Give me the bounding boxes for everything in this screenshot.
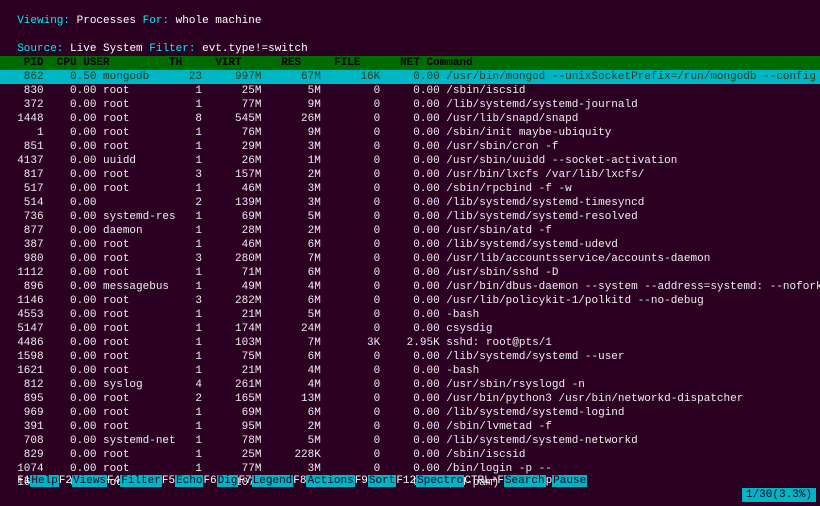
process-row[interactable]: 817 0.00 root 3 157M 2M 0 0.00 /usr/bin/… bbox=[4, 168, 816, 182]
process-row[interactable]: 4486 0.00 root 1 103M 7M 3K 2.95K sshd: … bbox=[4, 336, 816, 350]
process-row[interactable]: 372 0.00 root 1 77M 9M 0 0.00 /lib/syste… bbox=[4, 98, 816, 112]
function-keys: F1HelpF2ViewsF4FilterF5EchoF6DigF7Legend… bbox=[17, 475, 587, 487]
process-row[interactable]: 1621 0.00 root 1 21M 4M 0 0.00 -bash bbox=[4, 364, 816, 378]
process-row[interactable]: 1598 0.00 root 1 75M 6M 0 0.00 /lib/syst… bbox=[4, 350, 816, 364]
header-line-1: Viewing: Processes For: whole machine bbox=[0, 0, 820, 28]
fkey-label: Views bbox=[72, 475, 107, 487]
fkey-label: Sort bbox=[368, 475, 396, 487]
fkey-filter[interactable]: F4Filter bbox=[107, 475, 162, 487]
process-row[interactable]: 391 0.00 root 1 95M 2M 0 0.00 /sbin/lvme… bbox=[4, 420, 816, 434]
fkey-dig[interactable]: F6Dig bbox=[203, 475, 238, 487]
fkey-label: Actions bbox=[306, 475, 354, 487]
header-line-2: Source: Live System Filter: evt.type!=sw… bbox=[0, 28, 820, 56]
source-label: Source: bbox=[17, 43, 63, 55]
process-row[interactable]: 1112 0.00 root 1 71M 6M 0 0.00 /usr/sbin… bbox=[4, 266, 816, 280]
process-row[interactable]: 969 0.00 root 1 69M 6M 0 0.00 /lib/syste… bbox=[4, 406, 816, 420]
status-position: 1/30(3.3%) bbox=[742, 488, 816, 502]
fkey-key: F9 bbox=[355, 475, 368, 487]
process-row[interactable]: 4553 0.00 root 1 21M 5M 0 0.00 -bash bbox=[4, 308, 816, 322]
for-label: For: bbox=[143, 15, 169, 27]
fkey-label: Filter bbox=[120, 475, 162, 487]
process-row[interactable]: 736 0.00 systemd-res 1 69M 5M 0 0.00 /li… bbox=[4, 210, 816, 224]
fkey-label: Dig bbox=[217, 475, 239, 487]
fkey-label: Search bbox=[504, 475, 546, 487]
process-row[interactable]: 514 0.00 2 139M 3M 0 0.00 /lib/systemd/s… bbox=[4, 196, 816, 210]
process-row[interactable]: 5147 0.00 root 1 174M 24M 0 0.00 csysdig bbox=[4, 322, 816, 336]
fkey-legend[interactable]: F7Legend bbox=[238, 475, 293, 487]
fkey-label: Help bbox=[30, 475, 58, 487]
fkey-key: F12 bbox=[396, 475, 416, 487]
fkey-views[interactable]: F2Views bbox=[59, 475, 107, 487]
fkey-actions[interactable]: F8Actions bbox=[293, 475, 354, 487]
process-row[interactable]: 896 0.00 messagebus 1 49M 4M 0 0.00 /usr… bbox=[4, 280, 816, 294]
fkey-pause[interactable]: pPause bbox=[546, 475, 588, 487]
fkey-key: F8 bbox=[293, 475, 306, 487]
fkey-key: F7 bbox=[238, 475, 251, 487]
process-row[interactable]: 830 0.00 root 1 25M 5M 0 0.00 /sbin/iscs… bbox=[4, 84, 816, 98]
process-list[interactable]: 830 0.00 root 1 25M 5M 0 0.00 /sbin/iscs… bbox=[0, 84, 820, 490]
process-row[interactable]: 1 0.00 root 1 76M 9M 0 0.00 /sbin/init m… bbox=[4, 126, 816, 140]
process-row[interactable]: 4137 0.00 uuidd 1 26M 1M 0 0.00 /usr/sbi… bbox=[4, 154, 816, 168]
fkey-search[interactable]: CTRL+FSearch bbox=[464, 475, 545, 487]
process-row[interactable]: 895 0.00 root 2 165M 13M 0 0.00 /usr/bin… bbox=[4, 392, 816, 406]
fkey-key: F4 bbox=[107, 475, 120, 487]
process-row[interactable]: 851 0.00 root 1 29M 3M 0 0.00 /usr/sbin/… bbox=[4, 140, 816, 154]
fkey-key: F6 bbox=[203, 475, 216, 487]
process-row[interactable]: 387 0.00 root 1 46M 6M 0 0.00 /lib/syste… bbox=[4, 238, 816, 252]
fkey-label: Pause bbox=[552, 475, 587, 487]
process-row[interactable]: 980 0.00 root 3 280M 7M 0 0.00 /usr/lib/… bbox=[4, 252, 816, 266]
fkey-help[interactable]: F1Help bbox=[17, 475, 59, 487]
viewing-label: Viewing: bbox=[17, 15, 70, 27]
fkey-spectro[interactable]: F12Spectro bbox=[396, 475, 464, 487]
fkey-label: Spectro bbox=[416, 475, 464, 487]
process-row[interactable]: 708 0.00 systemd-net 1 78M 5M 0 0.00 /li… bbox=[4, 434, 816, 448]
process-row[interactable]: 812 0.00 syslog 4 261M 4M 0 0.00 /usr/sb… bbox=[4, 378, 816, 392]
process-row[interactable]: 1146 0.00 root 3 282M 6M 0 0.00 /usr/lib… bbox=[4, 294, 816, 308]
filter-value: evt.type!=switch bbox=[202, 43, 308, 55]
viewing-value: Processes bbox=[77, 15, 136, 27]
process-row[interactable]: 1448 0.00 root 8 545M 26M 0 0.00 /usr/li… bbox=[4, 112, 816, 126]
selected-process-row[interactable]: 862 0.50 mongodb 23 997M 67M 16K 0.00 /u… bbox=[0, 70, 820, 84]
fkey-key: F5 bbox=[162, 475, 175, 487]
column-header[interactable]: PID CPU USER TH VIRT RES FILE NET Comman… bbox=[0, 56, 820, 70]
process-row[interactable]: 877 0.00 daemon 1 28M 2M 0 0.00 /usr/sbi… bbox=[4, 224, 816, 238]
fkey-key: CTRL+F bbox=[464, 475, 504, 487]
for-value: whole machine bbox=[176, 15, 262, 27]
fkey-sort[interactable]: F9Sort bbox=[355, 475, 397, 487]
fkey-key: F1 bbox=[17, 475, 30, 487]
fkey-label: Legend bbox=[252, 475, 294, 487]
source-value: Live System bbox=[70, 43, 143, 55]
fkey-echo[interactable]: F5Echo bbox=[162, 475, 204, 487]
fkey-label: Echo bbox=[175, 475, 203, 487]
process-row[interactable]: 517 0.00 root 1 46M 3M 0 0.00 /sbin/rpcb… bbox=[4, 182, 816, 196]
filter-label: Filter: bbox=[149, 43, 195, 55]
fkey-key: F2 bbox=[59, 475, 72, 487]
status-bar: F1HelpF2ViewsF4FilterF5EchoF6DigF7Legend… bbox=[0, 460, 820, 502]
